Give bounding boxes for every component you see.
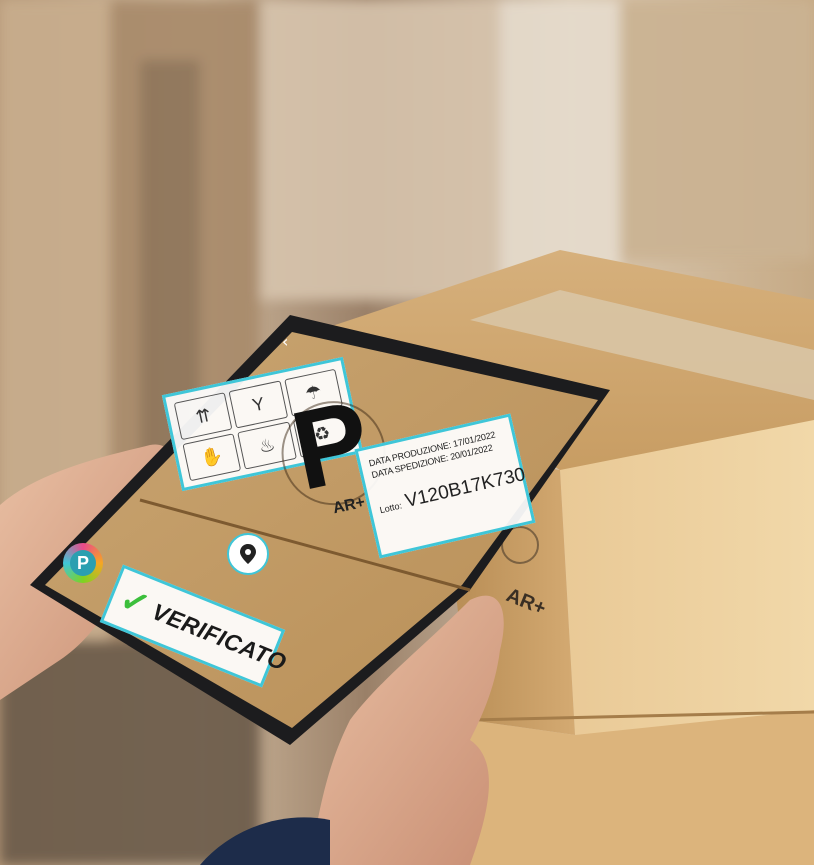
photo-scene: AR+ ⇈ Y ☂ ✋ ♨ ♻ P AR+ DATA PRODUZIONE: 1… <box>0 0 814 865</box>
app-logo-icon: P <box>70 550 96 576</box>
handle-with-care-icon: ✋ <box>182 433 242 482</box>
location-pin-button[interactable] <box>227 533 269 575</box>
box-front <box>560 420 814 735</box>
background-photo: AR+ <box>0 0 814 865</box>
location-pin-icon <box>240 544 256 564</box>
app-logo-button[interactable]: P <box>63 543 103 583</box>
check-icon: ✓ <box>114 579 156 626</box>
back-icon[interactable]: ‹ <box>282 332 288 351</box>
this-way-up-icon: ⇈ <box>173 392 233 441</box>
box-lower <box>470 710 814 865</box>
lot-label: Lotto: <box>378 500 403 516</box>
lot-code: V120B17K730 <box>403 463 528 513</box>
lot-line: Lotto: V120B17K730 <box>377 464 528 519</box>
